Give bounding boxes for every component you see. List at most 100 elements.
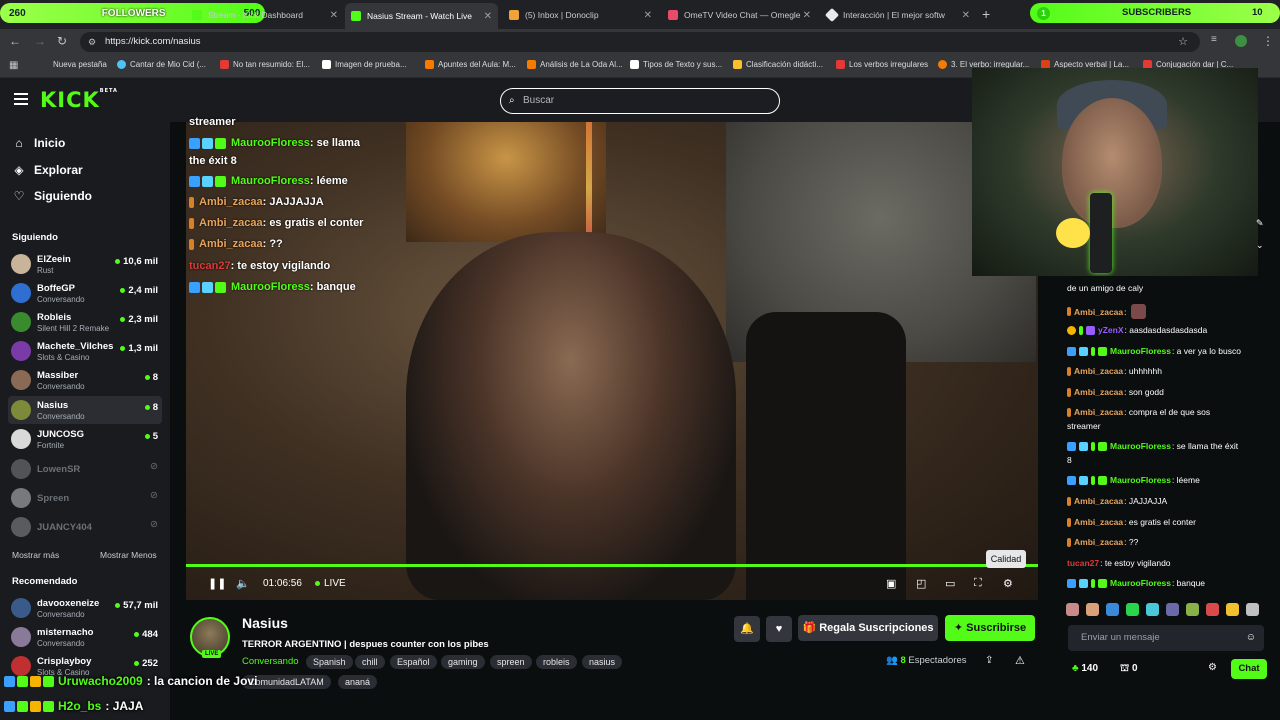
channel-elzeein[interactable]: ElZeein Rust 10,6 mil: [8, 250, 162, 278]
close-tab-icon[interactable]: ✕: [484, 11, 492, 22]
close-tab-icon[interactable]: ✕: [330, 10, 338, 21]
chat-message-input[interactable]: Enviar un mensaje ☺: [1068, 625, 1264, 651]
bookmark-item[interactable]: Cantar de Mio Cid (...: [117, 60, 206, 69]
emote-button[interactable]: [1066, 603, 1079, 616]
volume-icon[interactable]: 🔈: [236, 577, 250, 590]
theater-mode-icon[interactable]: ▭: [945, 577, 955, 590]
media-icon[interactable]: ≡: [1211, 34, 1217, 45]
emote-button[interactable]: [1106, 603, 1119, 616]
channel-juancy404[interactable]: JUANCY404 ⊘: [8, 513, 162, 541]
tag-nasius[interactable]: nasius: [582, 655, 623, 669]
progress-bar[interactable]: [186, 564, 1038, 567]
send-chat-button[interactable]: Chat: [1231, 659, 1267, 679]
chat-settings-icon[interactable]: ✎: [1256, 218, 1264, 229]
streamer-name[interactable]: Nasius: [242, 615, 288, 631]
emote-button[interactable]: [1126, 603, 1139, 616]
kick-logo[interactable]: KICKBETA: [40, 88, 118, 112]
share-icon[interactable]: ⇪: [985, 655, 993, 666]
sidebar-item-explorar[interactable]: ◈ Explorar: [12, 163, 82, 177]
channel-boffegp[interactable]: BoffeGP Conversando 2,4 mil: [8, 279, 162, 307]
channel-misternacho[interactable]: misternacho Conversando 484: [8, 623, 162, 651]
kick-points-display[interactable]: ♣ 140: [1072, 663, 1098, 674]
menu-kebab-icon[interactable]: ⋮: [1262, 34, 1274, 48]
screen: 260 FOLLOWERS 500 Stream - Kick Dashboar…: [0, 0, 1280, 720]
bookmark-item[interactable]: Nueva pestaña: [53, 60, 107, 69]
downloads-icon[interactable]: [1235, 35, 1247, 47]
bookmark-star-icon[interactable]: ☆: [1178, 32, 1188, 52]
emote-button[interactable]: [1086, 603, 1099, 616]
tag-espanol[interactable]: Español: [390, 655, 437, 669]
emote-button[interactable]: [1206, 603, 1219, 616]
tag-spanish[interactable]: Spanish: [306, 655, 353, 669]
gift-subs-button[interactable]: 🎁 Regala Suscripciones: [798, 615, 938, 641]
reload-icon[interactable]: ↻: [57, 34, 67, 48]
clip-icon[interactable]: ◰: [916, 577, 926, 590]
channel-spreen[interactable]: Spreen ⊘: [8, 484, 162, 512]
chat-message: tucan27: te estoy vigilando: [1067, 558, 1171, 568]
followers-label: FOLLOWERS: [101, 7, 166, 19]
channel-nasius[interactable]: Nasius Conversando 8: [8, 396, 162, 424]
logo-beta-badge: BETA: [99, 88, 118, 94]
avatar: [11, 341, 31, 361]
follow-heart-button[interactable]: ♥: [766, 616, 792, 642]
bookmark-item[interactable]: Clasificación didácti...: [733, 60, 823, 69]
bookmark-item[interactable]: Imagen de prueba...: [322, 60, 407, 69]
tab-kick-dashboard[interactable]: Stream - Kick Dashboard ✕: [186, 4, 344, 26]
close-tab-icon[interactable]: ✕: [962, 10, 970, 21]
site-info-icon[interactable]: ⚙: [88, 32, 96, 52]
channel-massiber[interactable]: Massiber Conversando 8: [8, 366, 162, 394]
emote-button[interactable]: [1246, 603, 1259, 616]
channel-robleis[interactable]: Robleis Silent Hill 2 Remake 2,3 mil: [8, 308, 162, 336]
video-frame-chair: [746, 312, 906, 600]
tag-chill[interactable]: chill: [355, 655, 385, 669]
bookmark-item[interactable]: Tipos de Texto y sus...: [630, 60, 722, 69]
gift-count-display[interactable]: ⛫ 0: [1120, 663, 1138, 676]
emoji-picker-icon[interactable]: ☺: [1246, 625, 1256, 651]
hamburger-menu-icon[interactable]: [14, 93, 28, 105]
tab-donoclip-inbox[interactable]: (5) Inbox | Donoclip ✕: [503, 4, 658, 26]
tab-nasius-stream[interactable]: Nasius Stream - Watch Live ✕: [345, 3, 498, 29]
emote-button[interactable]: [1186, 603, 1199, 616]
bookmark-item[interactable]: No tan resumido: El...: [220, 60, 310, 69]
emote-button[interactable]: [1146, 603, 1159, 616]
pause-icon[interactable]: ❚❚: [208, 577, 226, 590]
sidebar-item-inicio[interactable]: ⌂ Inicio: [12, 136, 65, 150]
channel-juncosg[interactable]: JUNCOSG Fortnite 5: [8, 425, 162, 453]
bookmark-item[interactable]: Los verbos irregulares: [836, 60, 928, 69]
fullscreen-icon[interactable]: ⛶: [974, 577, 982, 590]
channel-lowensr[interactable]: LowenSR ⊘: [8, 455, 162, 483]
new-tab-button[interactable]: +: [982, 6, 990, 22]
chat-collapse-icon[interactable]: ⌄: [1256, 240, 1264, 251]
show-less-link[interactable]: Mostrar Menos: [100, 550, 157, 560]
show-more-link[interactable]: Mostrar más: [12, 550, 59, 560]
channel-davooxeneize[interactable]: davooxeneize Conversando 57,7 mil: [8, 594, 162, 622]
apps-grid-icon[interactable]: ▦: [9, 60, 18, 71]
viewer-count-display: 👥 8 Espectadores: [886, 655, 967, 666]
close-tab-icon[interactable]: ✕: [644, 10, 652, 21]
back-icon[interactable]: ←: [9, 34, 21, 48]
channel-machete-vilches[interactable]: Machete_Vilches Slots & Casino 1,3 mil: [8, 337, 162, 365]
chat-gear-icon[interactable]: ⚙: [1208, 662, 1217, 673]
forward-icon[interactable]: →: [34, 34, 46, 48]
tab-ometv[interactable]: OmeTV Video Chat — Omegle ✕: [662, 4, 817, 26]
tag-robleis[interactable]: robleis: [536, 655, 577, 669]
stream-category[interactable]: Conversando: [242, 656, 299, 667]
tag-gaming[interactable]: gaming: [441, 655, 485, 669]
settings-gear-icon[interactable]: ⚙: [1003, 577, 1013, 590]
bookmark-item[interactable]: Análisis de La Oda Al...: [527, 60, 623, 69]
search-input[interactable]: ⌕ Buscar: [500, 88, 780, 114]
pip-icon[interactable]: ▣: [886, 577, 896, 590]
notification-bell-button[interactable]: 🔔: [734, 616, 760, 642]
star-icon: ✦: [953, 622, 967, 634]
tag-anana[interactable]: ananá: [338, 675, 378, 689]
tab-interaccion[interactable]: Interacción | El mejor softw ✕: [821, 4, 976, 26]
url-field[interactable]: ⚙ https://kick.com/nasius ☆: [80, 32, 1200, 52]
report-icon[interactable]: ⚠: [1015, 654, 1025, 667]
tag-spreen[interactable]: spreen: [490, 655, 532, 669]
close-tab-icon[interactable]: ✕: [803, 10, 811, 21]
subscribe-button[interactable]: ✦ Suscribirse: [945, 615, 1035, 641]
emote-button[interactable]: [1166, 603, 1179, 616]
sidebar-item-siguiendo[interactable]: ♡ Siguiendo: [12, 189, 92, 203]
emote-button[interactable]: [1226, 603, 1239, 616]
bookmark-item[interactable]: Apuntes del Aula: M...: [425, 60, 516, 69]
